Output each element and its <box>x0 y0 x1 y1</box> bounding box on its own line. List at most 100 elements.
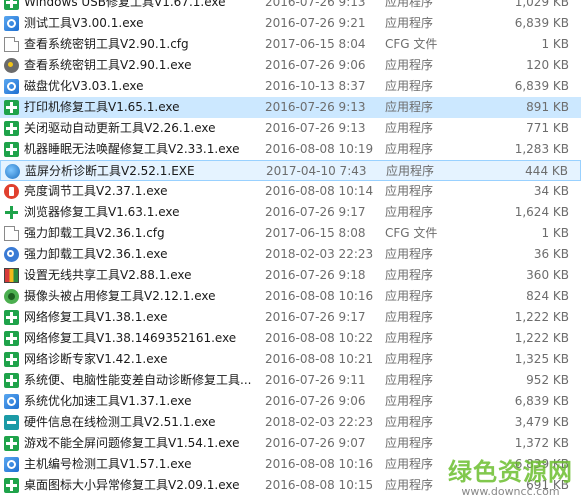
file-type: 应用程序 <box>385 121 434 135</box>
document-icon <box>4 226 19 241</box>
app-blue-icon <box>4 16 19 31</box>
file-row[interactable]: Windows USB修复工具V1.67.1.exe 2016-07-26 9:… <box>0 0 581 13</box>
file-type: 应用程序 <box>385 205 434 219</box>
file-name: 亮度调节工具V2.37.1.exe <box>24 184 168 198</box>
file-row[interactable]: 查看系统密钥工具V2.90.1.exe 2016-07-26 9:06 应用程序… <box>0 55 581 76</box>
repair-plus-icon <box>4 142 19 157</box>
file-name: 磁盘优化V3.03.1.exe <box>24 79 144 93</box>
file-size: 444 KB <box>525 164 568 178</box>
file-size: 1,029 KB <box>514 0 569 9</box>
file-type: 应用程序 <box>385 142 434 156</box>
file-type: 应用程序 <box>385 16 434 30</box>
file-type: 应用程序 <box>385 331 434 345</box>
file-date: 2017-04-10 7:43 <box>266 164 367 178</box>
file-size: 34 KB <box>533 184 569 198</box>
file-date: 2016-07-26 9:06 <box>265 394 366 408</box>
file-size: 1,372 KB <box>514 436 569 450</box>
file-name: 网络修复工具V1.38.1469352161.exe <box>24 331 237 345</box>
wifi-share-icon <box>4 268 19 283</box>
document-icon <box>4 37 19 52</box>
file-date: 2018-02-03 22:23 <box>265 247 374 261</box>
file-date: 2016-07-26 9:13 <box>265 100 366 114</box>
file-type: 应用程序 <box>385 58 434 72</box>
file-name: 网络诊断专家V1.42.1.exe <box>24 352 168 366</box>
file-size: 1,624 KB <box>514 205 569 219</box>
globe-icon <box>5 164 20 179</box>
file-row[interactable]: 系统优化加速工具V1.37.1.exe 2016-07-26 9:06 应用程序… <box>0 391 581 412</box>
file-name: 测试工具V3.00.1.exe <box>24 16 144 30</box>
repair-plus-icon <box>4 436 19 451</box>
file-name: 主机编号检测工具V1.57.1.exe <box>24 457 192 471</box>
file-date: 2016-07-26 9:07 <box>265 436 366 450</box>
file-row[interactable]: 浏览器修复工具V1.63.1.exe 2016-07-26 9:17 应用程序 … <box>0 202 581 223</box>
file-type: 应用程序 <box>385 415 434 429</box>
file-name: Windows USB修复工具V1.67.1.exe <box>24 0 226 9</box>
file-name: 查看系统密钥工具V2.90.1.cfg <box>24 37 189 51</box>
file-row[interactable]: 强力卸载工具V2.36.1.exe 2018-02-03 22:23 应用程序 … <box>0 244 581 265</box>
file-size: 1 KB <box>541 226 569 240</box>
file-name: 浏览器修复工具V1.63.1.exe <box>24 205 180 219</box>
repair-plus-icon <box>4 478 19 493</box>
file-date: 2016-07-26 9:06 <box>265 58 366 72</box>
app-blue-icon <box>4 457 19 472</box>
file-row[interactable]: 查看系统密钥工具V2.90.1.cfg 2017-06-15 8:04 CFG … <box>0 34 581 55</box>
file-date: 2016-07-26 9:17 <box>265 205 366 219</box>
file-size: 1,222 KB <box>514 331 569 345</box>
file-row[interactable]: 游戏不能全屏问题修复工具V1.54.1.exe 2016-07-26 9:07 … <box>0 433 581 454</box>
file-name: 查看系统密钥工具V2.90.1.exe <box>24 58 192 72</box>
file-type: 应用程序 <box>385 0 434 9</box>
file-name: 打印机修复工具V1.65.1.exe <box>24 100 180 114</box>
file-size: 1,222 KB <box>514 310 569 324</box>
file-size: 36 KB <box>533 247 569 261</box>
file-size: 1,325 KB <box>514 352 569 366</box>
file-date: 2016-07-26 9:21 <box>265 16 366 30</box>
file-size: 952 KB <box>526 373 569 387</box>
file-type: 应用程序 <box>385 373 434 387</box>
file-date: 2016-08-08 10:22 <box>265 331 374 345</box>
file-name: 游戏不能全屏问题修复工具V1.54.1.exe <box>24 436 240 450</box>
file-row[interactable]: 亮度调节工具V2.37.1.exe 2016-08-08 10:14 应用程序 … <box>0 181 581 202</box>
file-size: 771 KB <box>526 121 569 135</box>
file-type: 应用程序 <box>385 436 434 450</box>
file-name: 设置无线共享工具V2.88.1.exe <box>24 268 192 282</box>
file-date: 2016-08-08 10:21 <box>265 352 374 366</box>
file-size: 360 KB <box>526 268 569 282</box>
file-row[interactable]: 磁盘优化V3.03.1.exe 2016-10-13 8:37 应用程序 6,8… <box>0 76 581 97</box>
file-name: 强力卸载工具V2.36.1.exe <box>24 247 168 261</box>
file-row[interactable]: 测试工具V3.00.1.exe 2016-07-26 9:21 应用程序 6,8… <box>0 13 581 34</box>
file-row[interactable]: 网络修复工具V1.38.1.exe 2016-07-26 9:17 应用程序 1… <box>0 307 581 328</box>
file-date: 2016-07-26 9:13 <box>265 121 366 135</box>
file-row[interactable]: 网络诊断专家V1.42.1.exe 2016-08-08 10:21 应用程序 … <box>0 349 581 370</box>
file-type: 应用程序 <box>385 268 434 282</box>
file-row[interactable]: 网络修复工具V1.38.1469352161.exe 2016-08-08 10… <box>0 328 581 349</box>
file-date: 2016-08-08 10:14 <box>265 184 374 198</box>
file-size: 1,283 KB <box>514 142 569 156</box>
file-size: 824 KB <box>526 289 569 303</box>
file-type: 应用程序 <box>386 164 435 178</box>
file-name: 机器睡眠无法唤醒修复工具V2.33.1.exe <box>24 142 240 156</box>
file-date: 2016-07-26 9:13 <box>265 0 366 9</box>
file-type: CFG 文件 <box>385 37 438 51</box>
file-row-hover[interactable]: 蓝屏分析诊断工具V2.52.1.EXE 2017-04-10 7:43 应用程序… <box>0 160 581 181</box>
file-date: 2016-07-26 9:11 <box>265 373 366 387</box>
file-name: 摄像头被占用修复工具V2.12.1.exe <box>24 289 216 303</box>
file-name: 硬件信息在线检测工具V2.51.1.exe <box>24 415 216 429</box>
file-date: 2016-07-26 9:18 <box>265 268 366 282</box>
file-type: 应用程序 <box>385 184 434 198</box>
file-row[interactable]: 机器睡眠无法唤醒修复工具V2.33.1.exe 2016-08-08 10:19… <box>0 139 581 160</box>
file-date: 2016-08-08 10:15 <box>265 478 374 492</box>
file-size: 6,839 KB <box>514 16 569 30</box>
file-type: 应用程序 <box>385 247 434 261</box>
file-date: 2016-07-26 9:17 <box>265 310 366 324</box>
file-row[interactable]: 摄像头被占用修复工具V2.12.1.exe 2016-08-08 10:16 应… <box>0 286 581 307</box>
file-row[interactable]: 强力卸载工具V2.36.1.cfg 2017-06-15 8:08 CFG 文件… <box>0 223 581 244</box>
file-date: 2016-10-13 8:37 <box>265 79 366 93</box>
file-row[interactable]: 设置无线共享工具V2.88.1.exe 2016-07-26 9:18 应用程序… <box>0 265 581 286</box>
file-size: 891 KB <box>526 100 569 114</box>
file-type: 应用程序 <box>385 289 434 303</box>
repair-plus-icon <box>4 100 19 115</box>
file-row[interactable]: 系统便、电脑性能变差自动诊断修复工具... 2016-07-26 9:11 应用… <box>0 370 581 391</box>
file-row[interactable]: 关闭驱动自动更新工具V2.26.1.exe 2016-07-26 9:13 应用… <box>0 118 581 139</box>
file-row-selected[interactable]: 打印机修复工具V1.65.1.exe 2016-07-26 9:13 应用程序 … <box>0 97 581 118</box>
file-row[interactable]: 硬件信息在线检测工具V2.51.1.exe 2018-02-03 22:23 应… <box>0 412 581 433</box>
